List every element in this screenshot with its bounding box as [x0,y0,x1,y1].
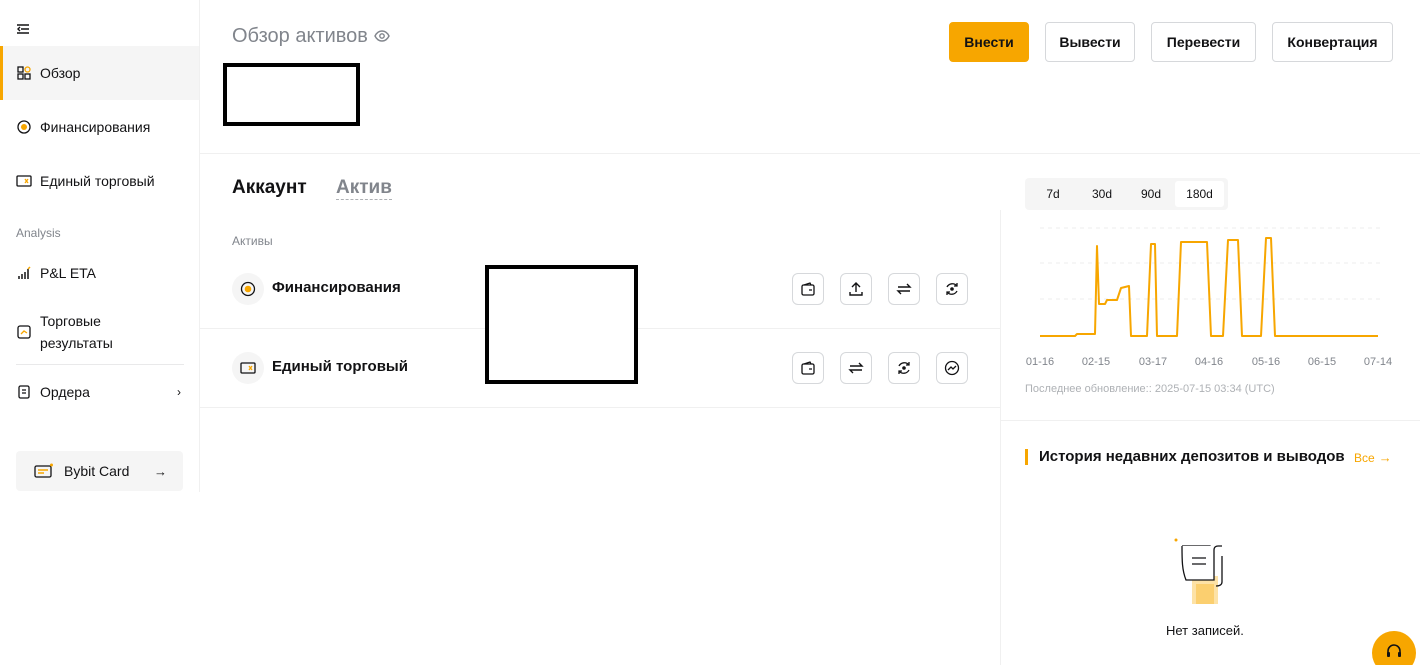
sidebar-item-label: Финансирования [40,119,151,135]
account-name: Единый торговый [272,358,408,375]
empty-state-text: Нет записей. [1166,623,1244,638]
range-30d[interactable]: 30d [1077,181,1127,207]
upload-icon[interactable] [840,273,872,305]
history-all-label: Все [1354,450,1375,465]
card-icon [34,463,54,479]
unified-trading-icon [16,173,32,189]
deposit-button[interactable]: Внести [949,22,1029,62]
sidebar-item-label: Обзор [40,65,81,81]
masked-balance [223,63,360,126]
funding-coin-icon [232,273,264,305]
unified-trading-icon [232,352,264,384]
range-90d[interactable]: 90d [1127,181,1175,207]
sidebar-item-label: Торговые результаты [40,313,113,351]
range-selector: 7d 30d 90d 180d [1025,178,1228,210]
range-180d[interactable]: 180d [1175,181,1224,207]
tab-asset[interactable]: Актив [336,177,392,200]
assets-label: Активы [232,234,273,248]
chevron-right-icon: › [177,385,181,399]
trade-results-icon [16,324,32,340]
convert-icon[interactable] [888,352,920,384]
arrow-right-icon: → [154,463,167,479]
sidebar-item-funding[interactable]: Финансирования [0,100,199,154]
x-tick-label: 04-16 [1195,356,1223,368]
account-name: Финансирования [272,279,401,296]
range-7d[interactable]: 7d [1029,181,1077,207]
x-tick-label: 02-15 [1082,356,1110,368]
page-title-text: Обзор активов [232,25,368,47]
orders-icon [16,384,32,400]
sidebar-item-pnl[interactable]: P&L ETA [0,250,199,296]
tab-account[interactable]: Аккаунт [232,177,307,199]
sidebar-item-label: Ордера [40,384,90,400]
sidebar-item-overview[interactable]: Обзор [0,46,199,100]
bar-chart-icon [16,265,32,281]
sidebar-item-label: P&L ETA [40,265,97,281]
history-title: История недавних депозитов и выводов [1025,449,1345,465]
x-tick-label: 05-16 [1252,356,1280,368]
transfer-button[interactable]: Перевести [1151,22,1256,62]
page-title: Обзор активов [232,25,390,48]
history-divider [1000,420,1420,421]
funding-coin-icon [16,119,32,135]
x-tick-label: 07-14 [1364,356,1392,368]
wallet-deposit-icon[interactable] [792,352,824,384]
overview-icon [16,65,32,81]
empty-records-icon [1174,538,1223,604]
x-tick-label: 06-15 [1308,356,1336,368]
sidebar-item-trade-results[interactable]: Торговые результаты [0,304,199,360]
arrow-right-icon: → [1378,450,1392,465]
sidebar-section-analysis: Analysis [16,226,61,240]
column-divider [1000,210,1001,665]
collapse-menu-icon[interactable] [16,22,32,38]
withdraw-button[interactable]: Вывести [1045,22,1135,62]
transfer-arrows-icon[interactable] [888,273,920,305]
sidebar-item-unified-trading[interactable]: Единый торговый [0,154,199,208]
bybit-card-label: Bybit Card [64,463,130,479]
wallet-deposit-icon[interactable] [792,273,824,305]
history-all-link[interactable]: Все → [1354,450,1392,465]
x-tick-label: 03-17 [1139,356,1167,368]
last-updated: Последнее обновление:: 2025-07-15 03:34 … [1025,383,1275,395]
convert-icon[interactable] [936,273,968,305]
x-tick-label: 01-16 [1026,356,1054,368]
bybit-card-button[interactable]: Bybit Card → [16,451,183,491]
eye-icon[interactable] [374,25,390,48]
chart-series-line [1040,237,1378,337]
trend-icon[interactable] [936,352,968,384]
sidebar-item-orders[interactable]: Ордера › [0,370,199,414]
balance-chart: 01-16 02-15 03-17 04-16 05-16 06-15 07-1… [1026,227,1392,368]
headset-icon [1385,642,1403,665]
sidebar-divider [16,364,184,365]
support-chat-button[interactable] [1372,631,1416,665]
chart-grid [1040,227,1380,300]
convert-button[interactable]: Конвертация [1272,22,1393,62]
header-divider [200,153,1420,154]
transfer-arrows-icon[interactable] [840,352,872,384]
masked-balance [485,265,638,384]
sidebar: Обзор Финансирования Единый торговый Ana… [0,0,200,492]
sidebar-item-label: Единый торговый [40,173,155,189]
